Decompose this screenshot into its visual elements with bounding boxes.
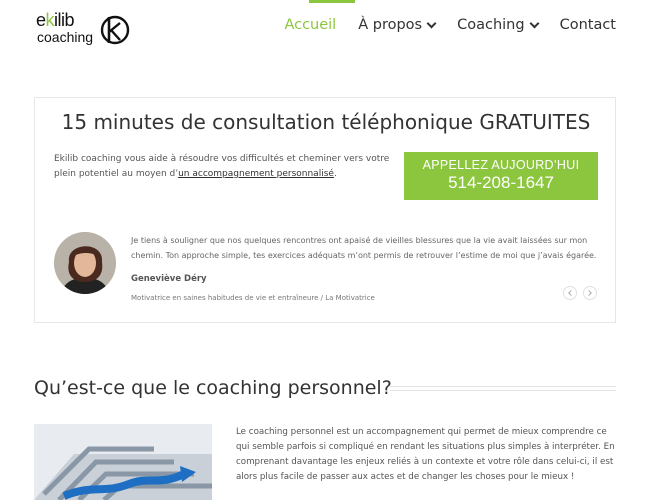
logo-k-mark-icon	[100, 15, 130, 45]
testimonial-author-role: Motivatrice en saines habitudes de vie e…	[131, 294, 375, 302]
testimonial-prev-button[interactable]	[563, 286, 577, 300]
maze-illustration	[34, 424, 212, 500]
title-divider	[390, 390, 616, 391]
section-paragraph: Le coaching personnel est un accompagnem…	[236, 427, 615, 482]
nav-item-contact[interactable]: Contact	[560, 17, 616, 33]
nav-item-coaching[interactable]: Coaching	[457, 17, 540, 33]
chevron-left-icon	[568, 290, 574, 296]
testimonial-quote: Je tiens à souligner que nos quelques re…	[131, 236, 597, 260]
promo-text: Ekilib coaching vous aide à résoudre vos…	[54, 154, 390, 179]
active-nav-indicator	[309, 0, 355, 3]
main-nav: Accueil À propos Coaching Contact	[284, 17, 616, 33]
site-header: ekilib coaching Accueil À propos Coachin…	[0, 0, 650, 62]
promo-title: 15 minutes de consultation téléphonique …	[61, 110, 591, 134]
cta-label: APPELLEZ AUJOURD’HUI	[422, 158, 580, 172]
accompagnement-link[interactable]: un accompagnement personnalisé	[178, 169, 334, 179]
testimonial-author: Geneviève Déry	[131, 274, 207, 284]
nav-item-a-propos[interactable]: À propos	[358, 17, 437, 33]
chevron-down-icon	[529, 18, 540, 28]
consultation-promo-box: 15 minutes de consultation téléphonique …	[34, 97, 616, 323]
cta-phone: 514-208-1647	[448, 173, 554, 192]
testimonial-next-button[interactable]	[583, 286, 597, 300]
call-now-button[interactable]: APPELLEZ AUJOURD’HUI 514-208-1647	[404, 152, 598, 200]
section-title: Qu’est-ce que le coaching personnel?	[34, 377, 392, 399]
testimonial-avatar	[54, 232, 116, 294]
title-divider	[390, 386, 616, 387]
section-paragraph-continued	[236, 494, 616, 500]
chevron-down-icon	[426, 18, 437, 28]
logo-word-coaching: coaching	[37, 29, 94, 45]
ekilib-logo[interactable]: ekilib coaching	[36, 10, 130, 50]
logo-word-ekilib: ekilib	[36, 10, 75, 30]
nav-item-accueil[interactable]: Accueil	[284, 17, 336, 33]
chevron-right-icon	[586, 290, 592, 296]
